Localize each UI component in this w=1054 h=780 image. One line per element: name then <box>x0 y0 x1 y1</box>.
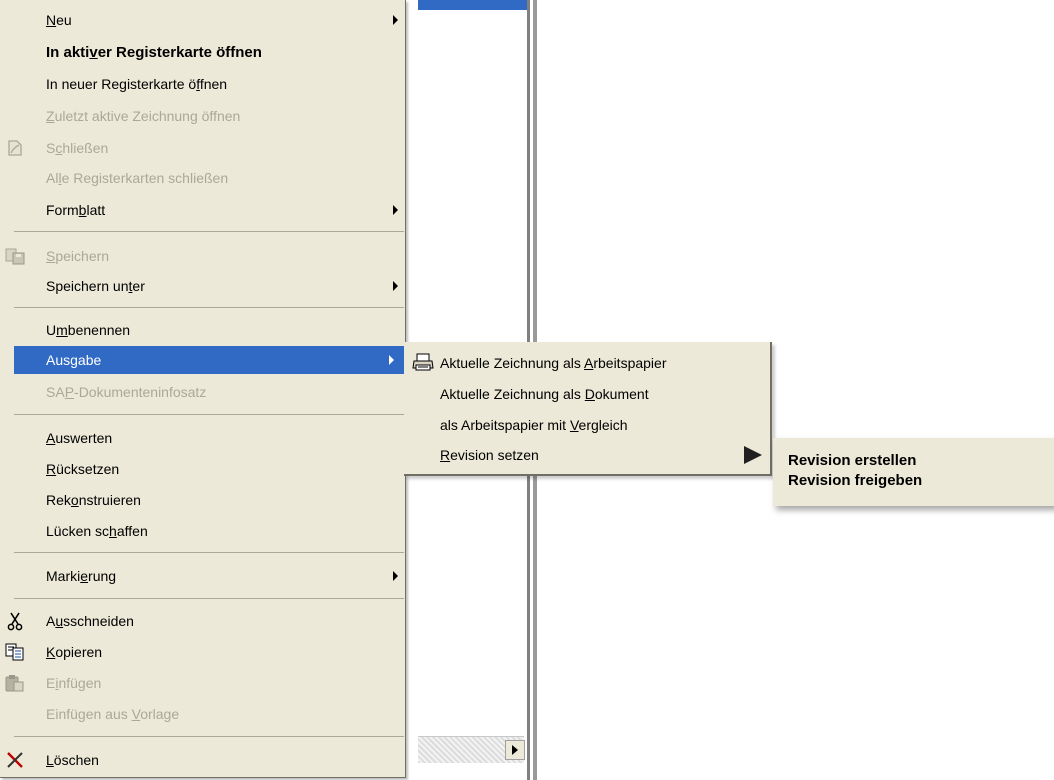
menu-item-paste: Einfügen <box>5 669 410 697</box>
menu-item-formblatt[interactable]: Formblatt <box>14 196 410 224</box>
submenu-arrow-icon <box>744 446 762 464</box>
menu-item-ruecksetzen[interactable]: Rücksetzen <box>14 455 410 483</box>
menu-item-luecken-schaffen[interactable]: Lücken schaffen <box>14 517 410 545</box>
menu-separator <box>14 307 404 308</box>
submenu-item-set-revision[interactable]: Revision setzen <box>404 440 770 470</box>
scroll-right-button[interactable] <box>505 740 525 760</box>
popup-revision: Revision erstellen Revision freigeben <box>773 438 1054 506</box>
menu-item-delete[interactable]: Löschen <box>7 746 410 774</box>
menu-item-open-new-tab[interactable]: In neuer Registerkarte öffnen <box>14 70 410 98</box>
close-document-icon <box>4 138 26 158</box>
menu-item-auswerten[interactable]: Auswerten <box>14 424 410 452</box>
arrow-right-icon <box>512 745 518 755</box>
menu-separator <box>14 414 404 415</box>
submenu-item-worksheet-with-comparison[interactable]: als Arbeitspapier mit Vergleich <box>404 410 770 440</box>
menu-item-paste-from-template: Einfügen aus Vorlage <box>46 706 180 722</box>
menu-separator <box>14 598 404 599</box>
submenu-item-current-as-document[interactable]: Aktuelle Zeichnung als Dokument <box>404 379 770 409</box>
menu-separator <box>14 736 404 737</box>
submenu-arrow-icon <box>393 281 398 291</box>
menu-item-rekonstruieren[interactable]: Rekonstruieren <box>14 486 410 514</box>
submenu-arrow-icon <box>393 571 398 581</box>
save-icon <box>4 246 26 266</box>
menu-item-ausgabe[interactable]: Ausgabe <box>14 346 406 374</box>
scissors-icon <box>4 611 26 631</box>
submenu-ausgabe: Aktuelle Zeichnung als Arbeitspapier Akt… <box>404 342 772 476</box>
submenu-item-current-as-worksheet[interactable]: Aktuelle Zeichnung als Arbeitspapier <box>404 348 770 378</box>
menu-separator <box>14 552 404 553</box>
menu-item-sap-doc-info: SAP-Dokumenteninfosatz <box>46 384 207 400</box>
submenu-arrow-icon <box>393 205 398 215</box>
printer-icon <box>412 353 434 373</box>
menu-item-save-as[interactable]: Speichern unter <box>14 272 410 300</box>
menu-item-open-active-tab[interactable]: In aktiver Registerkarte öffnen <box>14 38 410 66</box>
submenu-arrow-icon <box>389 355 394 365</box>
menu-separator <box>14 231 404 232</box>
menu-item-cut[interactable]: Ausschneiden <box>7 607 410 635</box>
menu-item-neu[interactable]: Neu <box>14 6 410 34</box>
menu-item-markierung[interactable]: Markierung <box>14 562 410 590</box>
menu-item-save: Speichern <box>5 242 410 270</box>
menu-item-close-all-tabs: Alle Registerkarten schließen <box>46 170 229 186</box>
delete-x-icon <box>4 750 26 770</box>
context-menu: Neu In aktiver Registerkarte öffnen In n… <box>0 0 406 778</box>
submenu-arrow-icon <box>393 15 398 25</box>
popup-item-release-revision[interactable]: Revision freigeben <box>788 470 922 492</box>
copy-icon <box>4 642 26 662</box>
paste-icon <box>4 673 26 693</box>
selected-list-row <box>418 0 528 10</box>
popup-item-create-revision[interactable]: Revision erstellen <box>788 450 916 472</box>
menu-item-copy[interactable]: Kopieren <box>5 638 410 666</box>
menu-item-open-last-drawing: Zuletzt aktive Zeichnung öffnen <box>46 108 241 124</box>
menu-item-rename[interactable]: Umbenennen <box>14 316 410 344</box>
menu-item-close: Schließen <box>8 134 410 162</box>
